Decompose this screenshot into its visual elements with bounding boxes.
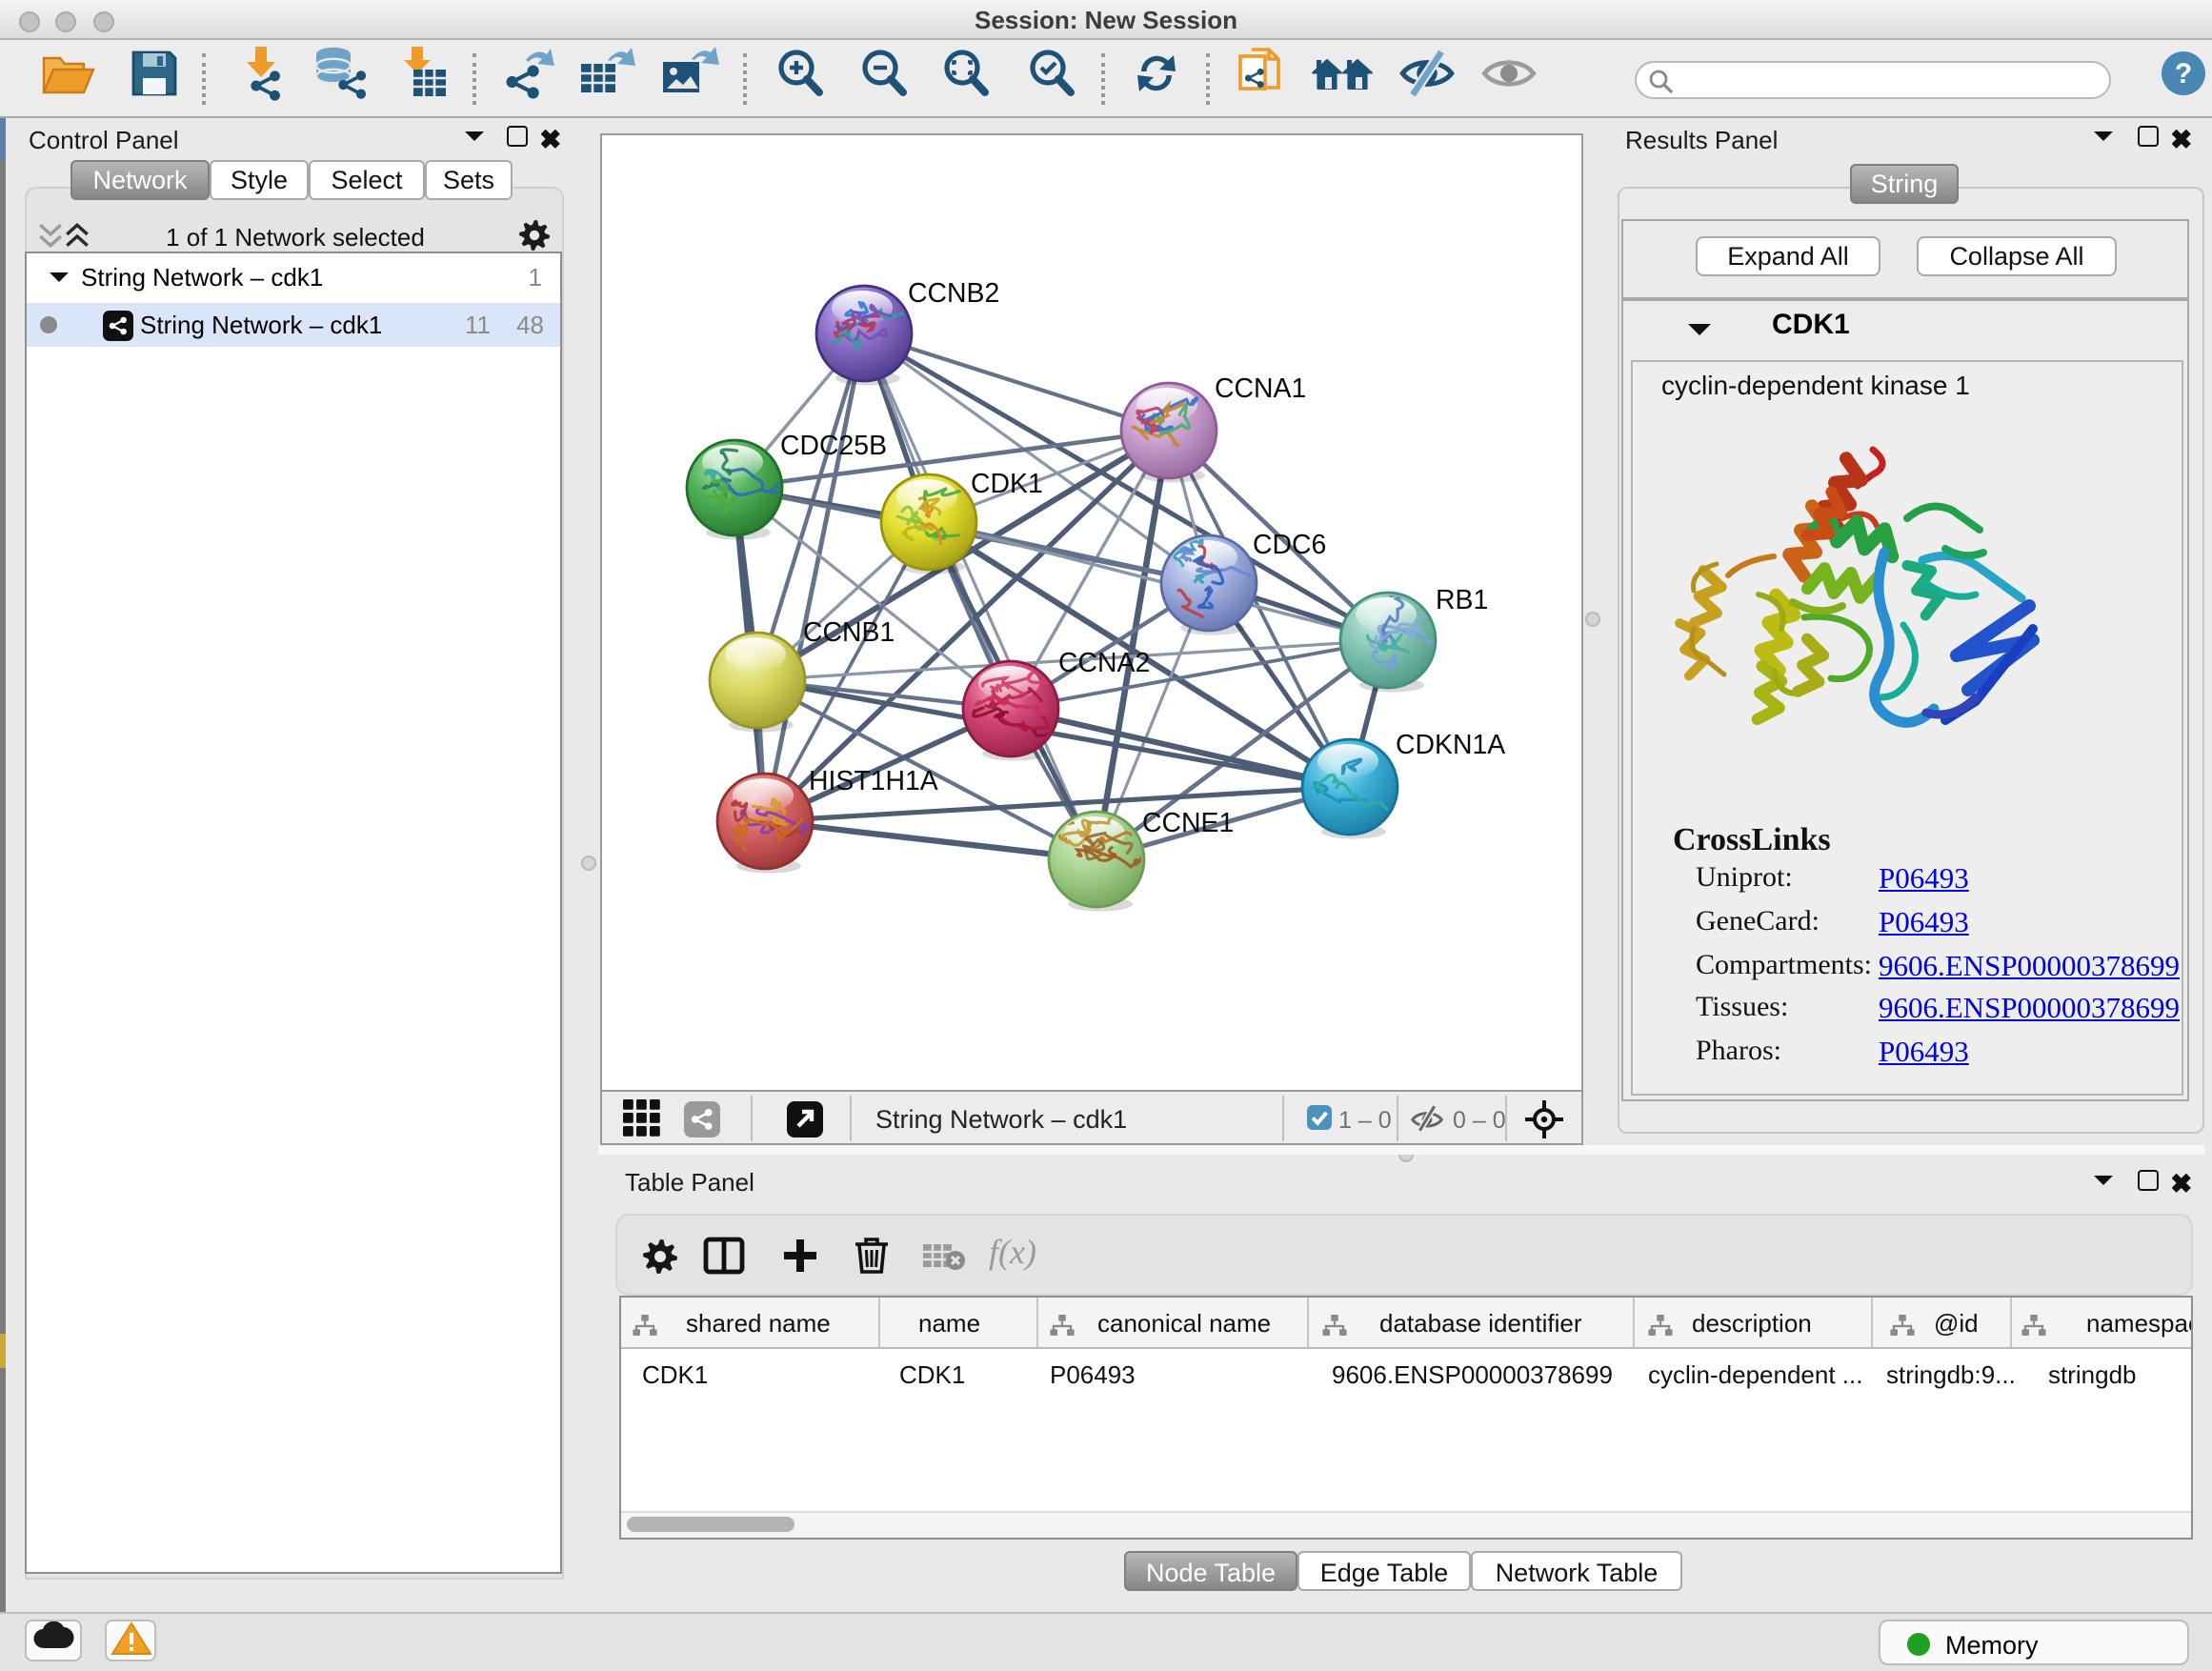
svg-text:CCNB1: CCNB1 — [802, 617, 894, 648]
svg-text:CDKN1A: CDKN1A — [1395, 730, 1504, 760]
svg-text:RB1: RB1 — [1435, 585, 1487, 615]
svg-text:HIST1H1A: HIST1H1A — [808, 766, 937, 796]
svg-text:CCNA2: CCNA2 — [1057, 648, 1149, 678]
svg-text:CDK1: CDK1 — [970, 469, 1042, 499]
svg-text:CDC25B: CDC25B — [779, 431, 886, 461]
svg-text:CDC6: CDC6 — [1252, 530, 1325, 560]
svg-text:CCNB2: CCNB2 — [907, 278, 998, 309]
svg-text:CCNA1: CCNA1 — [1214, 373, 1305, 404]
svg-text:?: ? — [2175, 58, 2192, 90]
svg-text:CCNE1: CCNE1 — [1141, 808, 1233, 838]
